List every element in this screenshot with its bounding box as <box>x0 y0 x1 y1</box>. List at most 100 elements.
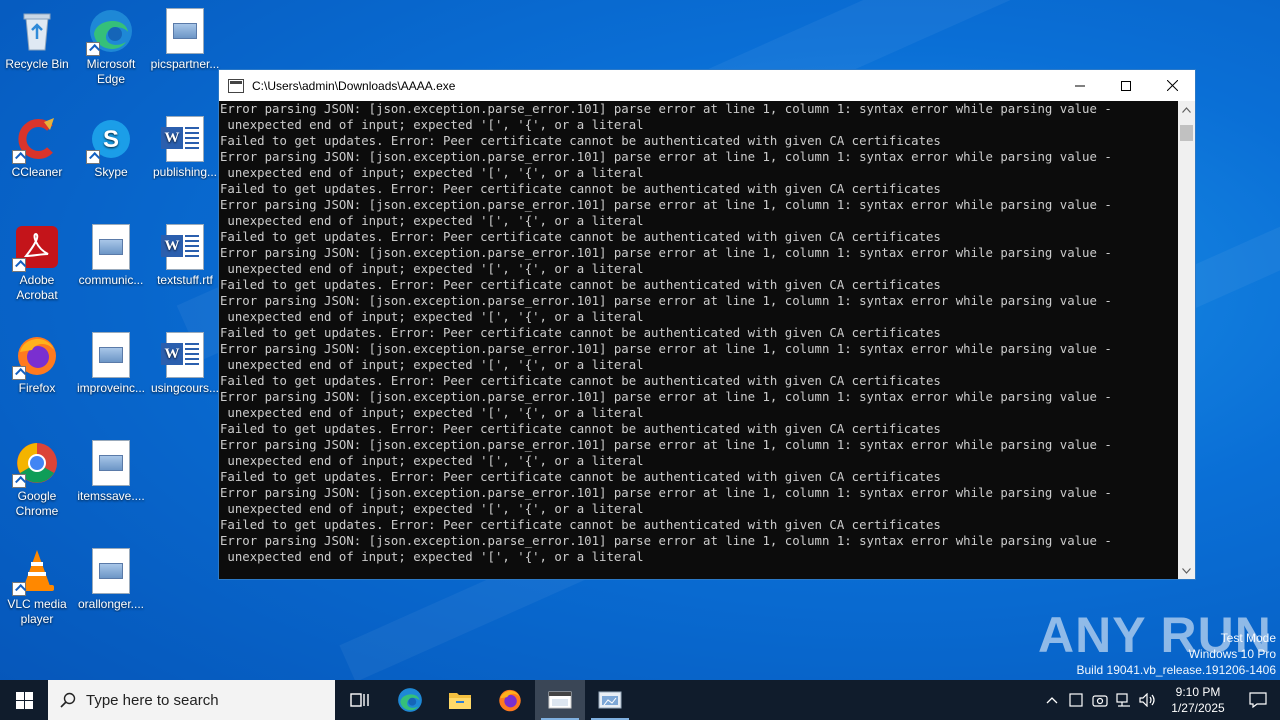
window-icon <box>1069 693 1083 707</box>
console-app-icon <box>228 78 244 93</box>
screen-capture-icon <box>1092 695 1108 707</box>
taskbar-clock[interactable]: 9:10 PM 1/27/2025 <box>1160 684 1236 716</box>
taskbar-console-button[interactable] <box>535 680 585 720</box>
desktop-icon-label: Google Chrome <box>15 489 59 518</box>
svg-text:S: S <box>103 126 119 153</box>
console-line: unexpected end of input; expected '[', '… <box>220 214 644 228</box>
search-placeholder: Type here to search <box>86 691 219 709</box>
chrome-icon <box>12 440 60 488</box>
taskbar-edge-button[interactable] <box>385 680 435 720</box>
firefox-icon <box>12 332 60 380</box>
skype-icon: S <box>86 116 134 164</box>
desktop-icon-communic[interactable]: communic... <box>75 224 147 288</box>
minimize-button[interactable] <box>1057 70 1103 101</box>
console-line: Failed to get updates. Error: Peer certi… <box>220 374 941 388</box>
scroll-down-button[interactable] <box>1178 562 1195 579</box>
desktop-icon-vlc-media-player[interactable]: VLC media player <box>1 548 73 627</box>
tray-monitor-button[interactable] <box>1064 680 1088 720</box>
desktop-icon-label: itemssave.... <box>77 489 145 503</box>
console-output[interactable]: Error parsing JSON: [json.exception.pars… <box>219 101 1178 579</box>
desktop-icon-adobe-acrobat[interactable]: Adobe Acrobat <box>1 224 73 303</box>
console-line: unexpected end of input; expected '[', '… <box>220 502 644 516</box>
clock-time: 9:10 PM <box>1175 685 1221 699</box>
console-line: Failed to get updates. Error: Peer certi… <box>220 134 941 148</box>
ccleaner-icon <box>12 116 60 164</box>
notification-icon <box>1249 692 1267 708</box>
window-titlebar[interactable]: C:\Users\admin\Downloads\AAAA.exe <box>219 70 1195 101</box>
image-file-icon <box>88 440 134 486</box>
taskbar-app-button[interactable] <box>585 680 635 720</box>
console-line: unexpected end of input; expected '[', '… <box>220 406 644 420</box>
shortcut-arrow-icon <box>12 582 26 596</box>
action-center-button[interactable] <box>1236 680 1280 720</box>
console-line: unexpected end of input; expected '[', '… <box>220 262 644 276</box>
desktop-icon-publishing[interactable]: W publishing... <box>149 116 221 180</box>
scrollbar-thumb[interactable] <box>1180 125 1193 141</box>
vlc-cone-icon <box>12 548 60 596</box>
shortcut-arrow-icon <box>12 150 26 164</box>
console-window[interactable]: C:\Users\admin\Downloads\AAAA.exe Error … <box>218 69 1196 580</box>
desktop-icon-label: orallonger.... <box>77 597 145 611</box>
vertical-scrollbar[interactable] <box>1178 101 1195 579</box>
chevron-up-icon <box>1182 106 1191 113</box>
console-line: Error parsing JSON: [json.exception.pars… <box>220 294 1112 308</box>
desktop-icon-recycle-bin[interactable]: Recycle Bin <box>1 8 73 72</box>
word-document-icon: W <box>161 332 208 378</box>
desktop-icon-improveinc[interactable]: improveinc... <box>75 332 147 396</box>
image-file-icon <box>88 548 134 594</box>
taskbar: Type here to search 9:10 PM 1/27/2025 <box>0 680 1280 720</box>
task-view-icon <box>350 693 369 707</box>
desktop-icon-orallonger[interactable]: orallonger.... <box>75 548 147 612</box>
acrobat-icon <box>12 224 60 272</box>
desktop-icon-textstuff[interactable]: W textstuff.rtf <box>149 224 221 288</box>
tray-capture-button[interactable] <box>1088 680 1112 720</box>
console-line: unexpected end of input; expected '[', '… <box>220 310 644 324</box>
desktop-icon-firefox[interactable]: Firefox <box>1 332 73 396</box>
console-line: Error parsing JSON: [json.exception.pars… <box>220 342 1112 356</box>
console-line: Error parsing JSON: [json.exception.pars… <box>220 198 1112 212</box>
desktop-icon-usingcours[interactable]: W usingcours... <box>149 332 221 396</box>
desktop-icon-skype[interactable]: S Skype <box>75 116 147 180</box>
desktop-icon-label: CCleaner <box>11 165 63 179</box>
system-tray: 9:10 PM 1/27/2025 <box>1040 680 1280 720</box>
show-hidden-icons-button[interactable] <box>1040 680 1064 720</box>
console-line: unexpected end of input; expected '[', '… <box>220 166 644 180</box>
watermark-line: Build 19041.vb_release.191206-1406 <box>1076 663 1277 677</box>
console-line: Error parsing JSON: [json.exception.pars… <box>220 534 1112 548</box>
desktop-icon-microsoft-edge[interactable]: Microsoft Edge <box>75 8 147 87</box>
console-line: Error parsing JSON: [json.exception.pars… <box>220 102 1112 116</box>
console-line: Error parsing JSON: [json.exception.pars… <box>220 150 1112 164</box>
desktop-icon-label: VLC media player <box>7 597 67 626</box>
shortcut-arrow-icon <box>12 366 26 380</box>
windows-test-mode-watermark: Test Mode Windows 10 Pro Build 19041.vb_… <box>1077 630 1277 678</box>
image-file-icon <box>162 8 208 54</box>
desktop-icon-itemssave[interactable]: itemssave.... <box>75 440 147 504</box>
network-button[interactable] <box>1112 680 1136 720</box>
chevron-up-icon <box>1046 697 1058 704</box>
desktop-icon-ccleaner[interactable]: CCleaner <box>1 116 73 180</box>
taskbar-file-explorer-button[interactable] <box>435 680 485 720</box>
clock-date: 1/27/2025 <box>1171 701 1225 715</box>
start-button[interactable] <box>0 680 48 720</box>
desktop-icon-google-chrome[interactable]: Google Chrome <box>1 440 73 519</box>
watermark-line: Test Mode <box>1220 631 1276 645</box>
maximize-button[interactable] <box>1103 70 1149 101</box>
console-line: Failed to get updates. Error: Peer certi… <box>220 278 941 292</box>
image-file-icon <box>88 224 134 270</box>
taskbar-firefox-button[interactable] <box>485 680 535 720</box>
task-view-button[interactable] <box>335 680 385 720</box>
desktop-icon-label: Firefox <box>18 381 56 395</box>
desktop-icon-picspartner[interactable]: picspartner... <box>149 8 221 72</box>
speaker-icon <box>1139 693 1155 707</box>
shortcut-arrow-icon <box>12 258 26 272</box>
volume-button[interactable] <box>1136 680 1160 720</box>
taskbar-search-box[interactable]: Type here to search <box>48 680 335 720</box>
console-line: Error parsing JSON: [json.exception.pars… <box>220 246 1112 260</box>
scroll-up-button[interactable] <box>1178 101 1195 118</box>
desktop-icon-label: Microsoft Edge <box>86 57 136 86</box>
firefox-icon <box>499 689 521 712</box>
close-button[interactable] <box>1149 70 1195 101</box>
console-line: unexpected end of input; expected '[', '… <box>220 118 644 132</box>
close-icon <box>1166 80 1178 91</box>
application-window-icon <box>598 691 622 709</box>
